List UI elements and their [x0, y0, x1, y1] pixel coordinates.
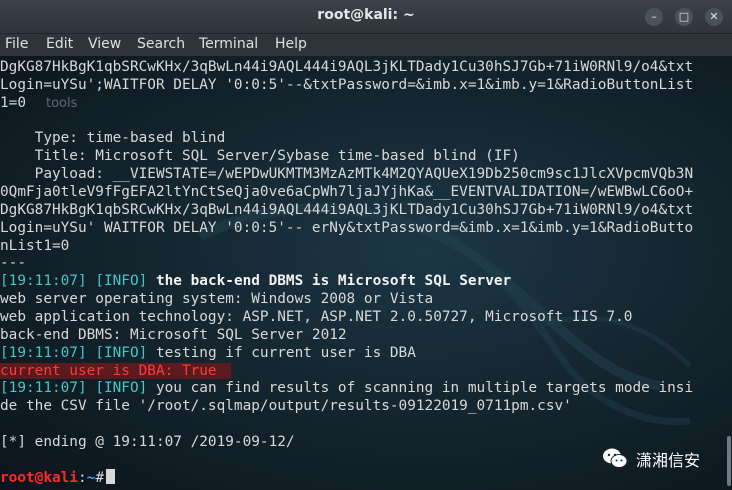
menu-bar: File Edit View Search Terminal Help: [0, 34, 732, 56]
close-icon: ✕: [709, 10, 719, 23]
info-tag: [INFO]: [95, 380, 148, 396]
maximize-button[interactable]: □: [675, 8, 693, 26]
terminal-output[interactable]: tools DgKG87HkBgK1qbSRCwKHx/3qBwLn44i9AQ…: [0, 56, 732, 490]
timestamp: [19:11:07]: [0, 380, 87, 396]
terminal-window: root@kali: ~ – □ ✕ File Edit View Search…: [0, 0, 732, 490]
text-cursor: [106, 469, 115, 484]
tech-line: web application technology: ASP.NET, ASP…: [0, 309, 633, 325]
dba-result-line: current user is DBA: True: [0, 362, 231, 380]
window-title: root@kali: ~: [317, 7, 415, 23]
menu-file[interactable]: File: [5, 36, 28, 52]
menu-terminal[interactable]: Terminal: [199, 36, 258, 52]
output-line: DgKG87HkBgK1qbSRCwKHx/3qBwLn44i9AQL444i9…: [0, 202, 694, 218]
dba-highlight: current user is DBA: True: [0, 363, 231, 379]
info-tag: [INFO]: [95, 273, 148, 289]
timestamp: [19:11:07]: [0, 345, 87, 361]
output-line: Payload: __VIEWSTATE=/wEPDwUKMTM3MzAzMTk…: [0, 166, 694, 182]
wechat-icon: [603, 448, 628, 468]
scrollbar[interactable]: [726, 56, 732, 490]
output-line: Login=uYSu' WAITFOR DELAY '0:0:5'-- erNy…: [0, 220, 694, 236]
ending-line: [*] ending @ 19:11:07 /2019-09-12/: [0, 434, 295, 450]
dbms-line: back-end DBMS: Microsoft SQL Server 2012: [0, 327, 347, 343]
output-line: Type: time-based blind: [0, 130, 226, 146]
background-ghost-label: tools: [46, 96, 78, 111]
scrollbar-thumb: [727, 436, 731, 486]
output-line: 0QmFja0tleV9fFgEFA2ltYnCtSeQja0ve6aCpWh7…: [0, 184, 694, 200]
prompt-symbol: #: [95, 470, 104, 486]
minimize-icon: –: [651, 10, 657, 23]
output-line: DgKG87HkBgK1qbSRCwKHx/3qBwLn44i9AQL444i9…: [0, 59, 694, 75]
output-line: ---: [0, 255, 26, 271]
log-message: you can find results of scanning in mult…: [155, 380, 694, 396]
shell-prompt[interactable]: root@kali:~#: [0, 469, 115, 487]
log-line-dbms-detected: [19:11:07] [INFO] the back-end DBMS is M…: [0, 272, 511, 290]
title-bar[interactable]: root@kali: ~ – □ ✕: [0, 0, 732, 34]
prompt-user: root@kali: [0, 470, 78, 486]
watermark-text: 潇湘信安: [636, 451, 701, 470]
menu-edit[interactable]: Edit: [46, 36, 73, 52]
os-line: web server operating system: Windows 200…: [0, 291, 434, 307]
output-line: nList1=0: [0, 238, 70, 254]
menu-help[interactable]: Help: [275, 36, 307, 52]
output-line: Login=uYSu';WAITFOR DELAY '0:0:5'--&txtP…: [0, 77, 694, 93]
close-button[interactable]: ✕: [705, 8, 723, 26]
log-message: testing if current user is DBA: [155, 345, 416, 361]
csv-path-line: de the CSV file '/root/.sqlmap/output/re…: [0, 398, 572, 414]
info-tag: [INFO]: [95, 345, 148, 361]
minimize-button[interactable]: –: [645, 8, 663, 26]
log-message: the back-end DBMS is Microsoft SQL Serve…: [155, 273, 512, 289]
timestamp: [19:11:07]: [0, 273, 87, 289]
log-line-results: [19:11:07] [INFO] you can find results o…: [0, 379, 693, 397]
output-line: 1=0: [0, 95, 26, 111]
maximize-icon: □: [678, 10, 690, 23]
menu-search[interactable]: Search: [137, 36, 185, 52]
watermark: 潇湘信安: [602, 444, 722, 472]
output-line: Title: Microsoft SQL Server/Sybase time-…: [0, 148, 520, 164]
prompt-separator: :: [77, 470, 87, 486]
log-line-dba-test: [19:11:07] [INFO] testing if current use…: [0, 344, 416, 362]
menu-view[interactable]: View: [88, 36, 121, 52]
